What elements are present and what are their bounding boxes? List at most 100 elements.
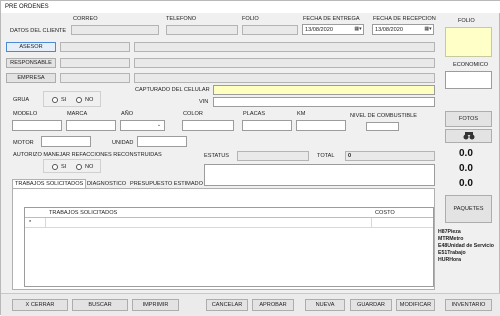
marca-field[interactable] xyxy=(66,120,116,131)
capturado-celular-label: CAPTURADO DEL CELULAR xyxy=(135,87,210,93)
title-bar: PRE ORDENES xyxy=(1,1,500,13)
legend-item: MTRMetro xyxy=(438,236,464,242)
grua-no-label: NO xyxy=(85,97,94,103)
chevron-down-icon: ⌄ xyxy=(156,122,162,128)
paquetes-button[interactable]: PAQUETES xyxy=(445,195,492,223)
responsable-code-field[interactable] xyxy=(60,58,130,68)
capturado-celular-field[interactable] xyxy=(213,85,435,95)
marca-label: MARCA xyxy=(67,111,88,117)
estatus-field xyxy=(237,151,309,161)
grua-si-label: SI xyxy=(61,97,67,103)
grua-si-radio[interactable] xyxy=(52,97,58,103)
vin-label: VIN xyxy=(199,99,209,105)
nivel-combustible-label: NIVEL DE COMBUSTIBLE xyxy=(350,113,417,119)
tab-trabajos-solicitados[interactable]: TRABAJOS SOLICITADOS xyxy=(12,179,87,188)
grid-divider xyxy=(45,218,46,228)
fotos-button[interactable]: FOTOS xyxy=(445,111,492,127)
fecha-entrega-picker[interactable]: 13/08/2020 ▦▾ xyxy=(302,24,364,35)
asesor-button[interactable]: ASESOR xyxy=(6,42,56,52)
binoculars-icon xyxy=(463,132,474,140)
notes-field[interactable] xyxy=(204,164,435,186)
value-display-2: 0.0 xyxy=(459,163,473,174)
anio-select[interactable]: ⌄ xyxy=(120,120,165,131)
correo-label: CORREO xyxy=(73,16,98,22)
legend-item: H87Pieza xyxy=(438,229,461,235)
economico-field[interactable] xyxy=(445,71,492,89)
window-title: PRE ORDENES xyxy=(5,4,49,10)
estatus-label: ESTATUS xyxy=(204,153,229,159)
total-label: TOTAL xyxy=(317,153,335,159)
side-folio-label: FOLIO xyxy=(458,18,475,24)
buscar-button[interactable]: BUSCAR xyxy=(72,299,128,311)
nueva-button[interactable]: NUEVA xyxy=(305,299,345,311)
folio-field[interactable] xyxy=(242,25,298,35)
modificar-button[interactable]: MODIFICAR xyxy=(396,299,435,311)
correo-field[interactable] xyxy=(71,25,159,35)
empresa-code-field[interactable] xyxy=(60,73,130,83)
km-field[interactable] xyxy=(296,120,346,131)
telefono-field[interactable] xyxy=(166,25,238,35)
autorizo-no-label: NO xyxy=(85,164,94,170)
autorizo-label: AUTORIZO MANEJAR REFACCIONES RECONSTRUID… xyxy=(13,152,162,158)
tab-diagnostico[interactable]: DIAGNOSTICO xyxy=(85,180,128,188)
calendar-dropdown-icon[interactable]: ▦▾ xyxy=(354,26,362,32)
grid-header: TRABAJOS SOLICITADOS COSTO xyxy=(25,208,433,218)
modelo-field[interactable] xyxy=(12,120,62,131)
folio-label: FOLIO xyxy=(242,16,259,22)
grid-divider xyxy=(371,218,372,228)
unidad-field[interactable] xyxy=(137,136,187,147)
cerrar-button[interactable]: X CERRAR xyxy=(12,299,68,311)
responsable-name-field[interactable] xyxy=(134,58,435,68)
motor-field[interactable] xyxy=(41,136,91,147)
modelo-label: MODELO xyxy=(13,111,38,117)
legend-item: HURHora xyxy=(438,257,462,263)
vin-field[interactable] xyxy=(213,97,435,107)
color-field[interactable] xyxy=(182,120,234,131)
fecha-recepcion-label: FECHA DE RECEPCION xyxy=(373,16,436,22)
binoculars-button[interactable] xyxy=(445,129,492,143)
guardar-button[interactable]: GUARDAR xyxy=(350,299,392,311)
placas-label: PLACAS xyxy=(243,111,266,117)
fecha-entrega-label: FECHA DE ENTREGA xyxy=(303,16,360,22)
grid-col-costo[interactable]: COSTO xyxy=(375,210,395,216)
empresa-button[interactable]: EMPRESA xyxy=(6,73,56,83)
empresa-name-field[interactable] xyxy=(134,73,435,83)
anio-label: AÑO xyxy=(121,111,134,117)
side-folio-field xyxy=(445,27,492,57)
total-value: 0 xyxy=(348,153,352,159)
economico-label: ECONOMICO xyxy=(453,62,489,68)
cancelar-button[interactable]: CANCELAR xyxy=(206,299,248,311)
placas-field[interactable] xyxy=(242,120,292,131)
autorizo-si-radio[interactable] xyxy=(52,164,58,170)
responsable-button[interactable]: RESPONSABLE xyxy=(6,58,56,68)
asesor-name-field[interactable] xyxy=(134,42,435,52)
autorizo-no-radio[interactable] xyxy=(76,164,82,170)
grua-label: GRUA xyxy=(13,97,30,103)
imprimir-button[interactable]: IMPRIMIR xyxy=(132,299,179,311)
new-row-marker: * xyxy=(29,220,32,226)
color-label: COLOR xyxy=(183,111,203,117)
telefono-label: TELEFONO xyxy=(166,16,197,22)
value-display-3: 0.0 xyxy=(459,178,473,189)
aprobar-button[interactable]: APROBAR xyxy=(252,299,294,311)
unit-legend: H87Pieza MTRMetro E48Unidad de Servicio … xyxy=(438,229,494,264)
fecha-entrega-value: 13/08/2020 xyxy=(305,27,333,33)
inventario-button[interactable]: INVENTARIO xyxy=(445,299,492,311)
total-field: 0 xyxy=(345,151,435,161)
grua-group: SI NO xyxy=(43,91,101,107)
grid-col-trabajos[interactable]: TRABAJOS SOLICITADOS xyxy=(49,210,117,216)
motor-label: MOTOR xyxy=(13,140,34,146)
datos-cliente-label: DATOS DEL CLIENTE xyxy=(10,28,67,34)
calendar-dropdown-icon[interactable]: ▦▾ xyxy=(424,26,432,32)
grua-no-radio[interactable] xyxy=(76,97,82,103)
asesor-code-field[interactable] xyxy=(60,42,130,52)
table-row[interactable]: * xyxy=(25,218,433,228)
unidad-label: UNIDAD xyxy=(112,140,134,146)
nivel-combustible-field[interactable] xyxy=(366,122,399,131)
tab-presupuesto-estimado[interactable]: PRESUPUESTO ESTIMADO xyxy=(128,180,205,188)
trabajos-grid[interactable]: TRABAJOS SOLICITADOS COSTO * xyxy=(24,207,434,287)
autorizo-si-label: SI xyxy=(61,164,67,170)
pre-ordenes-window: PRE ORDENES CORREO TELEFONO FOLIO FECHA … xyxy=(0,0,500,316)
legend-item: E51Trabajo xyxy=(438,250,466,256)
fecha-recepcion-picker[interactable]: 13/08/2020 ▦▾ xyxy=(372,24,434,35)
